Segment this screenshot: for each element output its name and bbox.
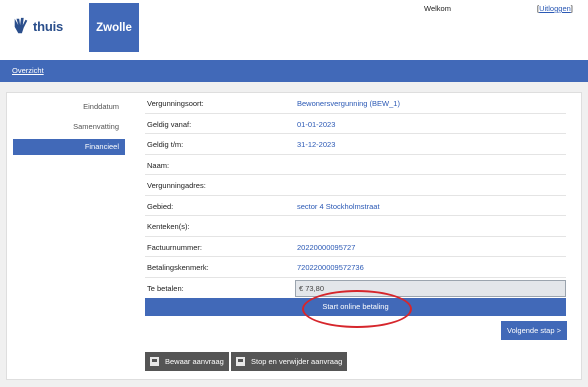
overview-link[interactable]: Overzicht [12,66,44,75]
save-application-button[interactable]: Bewaar aanvraag [145,352,229,371]
sidebar-item-samenvatting[interactable]: Samenvatting [13,119,125,135]
logout-area: [Uitloggen] [537,4,573,13]
row-label: Factuurnummer: [147,242,203,252]
city-logo[interactable]: Zwolle [89,3,139,52]
sidebar: Einddatum Samenvatting Financieel [13,99,125,159]
detail-row: Gebied: sector 4 Stockholmstraat [145,196,566,216]
row-value: 31-12-2023 [297,140,336,149]
amount-label: Te betalen: [147,283,184,293]
detail-row: Geldig t/m: 31-12-2023 [145,134,566,155]
row-label: Vergunningsoort: [147,99,204,108]
city-name: Zwolle [96,21,132,34]
nav-bar: Overzicht [0,60,588,82]
detail-row: Factuurnummer: 20220000095727 [145,237,566,257]
detail-row: Vergunningadres: [145,175,566,196]
amount-row: Te betalen: € 73,80 [145,278,566,300]
row-label: Geldig vanaf: [147,119,192,129]
detail-row: Naam: [145,155,566,175]
next-step-button[interactable]: Volgende stap > [501,321,567,340]
stop-label: Stop en verwijder aanvraag [251,357,343,366]
hand-icon [14,17,28,34]
row-label: Betalingskenmerk: [147,263,209,272]
row-label: Gebied: [147,201,174,211]
row-label: Naam: [147,160,170,170]
thuis-logo[interactable]: thuis [12,17,63,35]
row-label: Geldig t/m: [147,140,184,149]
amount-field: € 73,80 [295,279,566,297]
stop-delete-application-button[interactable]: Stop en verwijder aanvraag [231,352,347,371]
save-label: Bewaar aanvraag [165,357,224,366]
delete-icon [236,357,245,366]
details-table: Vergunningsoort: Bewonersvergunning (BEW… [145,93,566,300]
sidebar-item-einddatum[interactable]: Einddatum [13,99,125,115]
row-value: 7202200009572736 [297,263,364,272]
row-label: Vergunningadres: [147,181,206,190]
header: thuis Zwolle Welkom [Uitloggen] [0,0,588,60]
logout-bracket-close: ] [570,4,573,13]
start-online-payment-button[interactable]: Start online betaling [145,298,566,316]
sidebar-item-financieel[interactable]: Financieel [13,139,125,155]
detail-row: Kenteken(s): [145,216,566,237]
brand-name: thuis [33,18,64,34]
main-card: Einddatum Samenvatting Financieel Vergun… [6,92,582,380]
row-value: sector 4 Stockholmstraat [297,201,380,211]
row-value: Bewonersvergunning (BEW_1) [297,99,400,108]
detail-row: Geldig vanaf: 01-01-2023 [145,114,566,134]
row-value: 20220000095727 [297,242,356,252]
logout-link[interactable]: Uitloggen [539,4,571,13]
detail-row: Vergunningsoort: Bewonersvergunning (BEW… [145,93,566,114]
save-icon [150,357,159,366]
welcome-text: Welkom [424,4,451,13]
row-value: 01-01-2023 [297,119,336,129]
row-label: Kenteken(s): [147,222,190,231]
detail-row: Betalingskenmerk: 7202200009572736 [145,257,566,278]
